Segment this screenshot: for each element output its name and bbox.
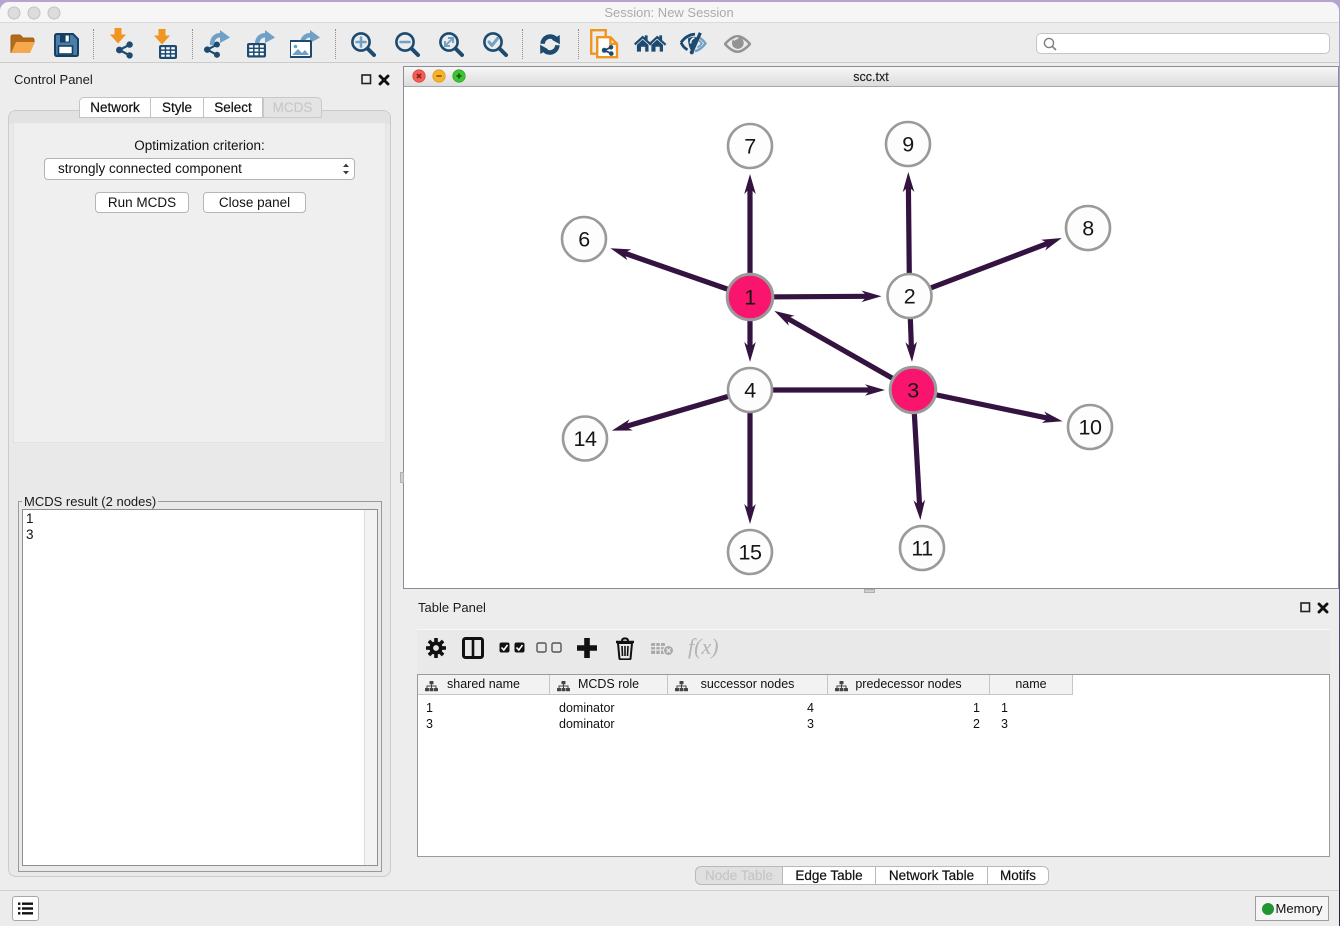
svg-text:15: 15: [739, 541, 762, 565]
svg-text:9: 9: [902, 133, 913, 157]
svg-text:1: 1: [744, 286, 755, 310]
svg-text:14: 14: [574, 427, 597, 451]
svg-text:4: 4: [744, 379, 756, 403]
svg-text:10: 10: [1079, 416, 1102, 440]
svg-text:8: 8: [1082, 217, 1094, 241]
svg-text:3: 3: [907, 379, 919, 403]
svg-text:7: 7: [744, 135, 755, 159]
svg-text:2: 2: [904, 285, 915, 309]
svg-text:11: 11: [911, 537, 932, 561]
svg-text:6: 6: [578, 228, 590, 252]
